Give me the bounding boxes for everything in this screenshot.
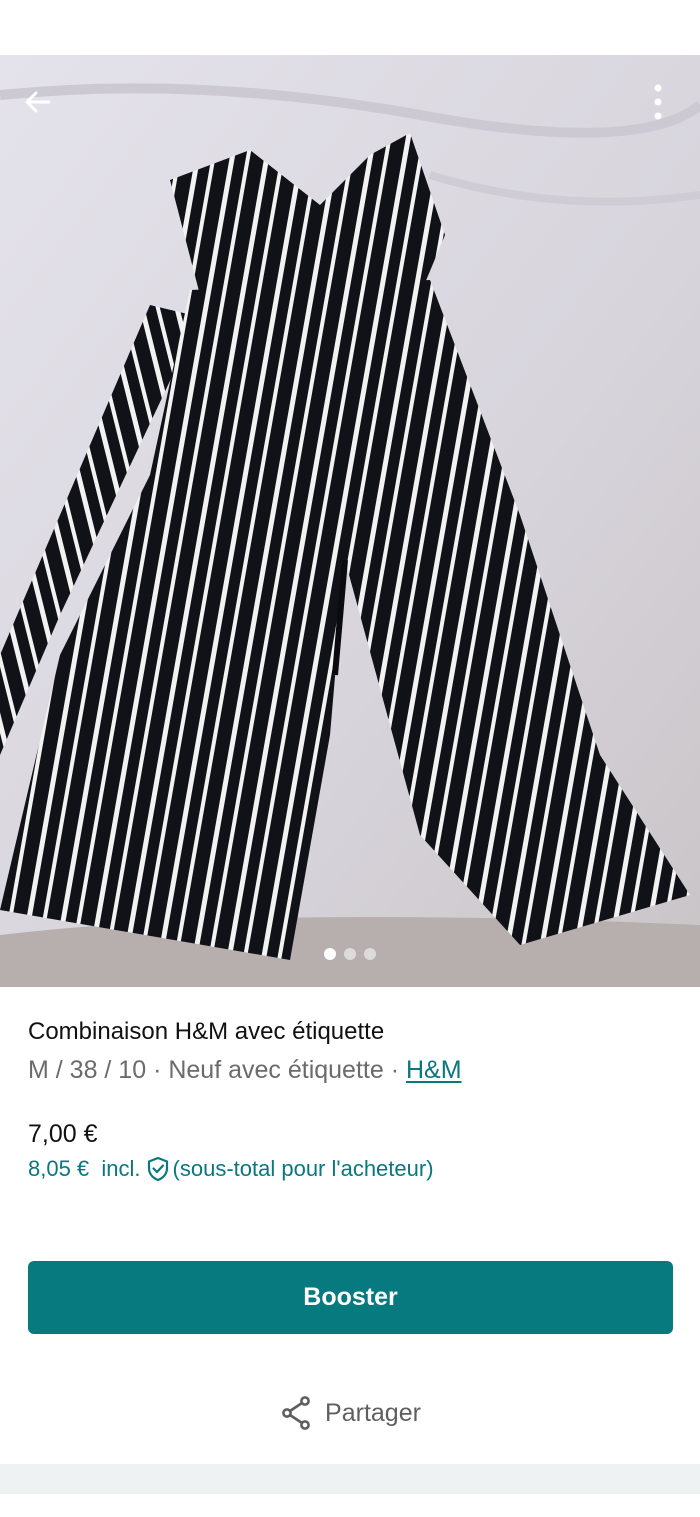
details-separator: ·	[383, 1056, 406, 1084]
status-bar	[0, 0, 700, 55]
brand-link[interactable]: H&M	[406, 1056, 462, 1084]
gallery-pagination	[0, 947, 700, 961]
buyer-incl-label: incl.	[101, 1156, 141, 1181]
section-divider	[0, 1464, 700, 1494]
back-button[interactable]	[16, 80, 60, 124]
pagination-dot[interactable]	[344, 948, 356, 960]
booster-label: Booster	[303, 1283, 398, 1311]
item-size: M / 38 / 10	[28, 1056, 147, 1084]
pagination-dot-active[interactable]	[324, 948, 336, 960]
item-title: Combinaison H&M avec étiquette	[28, 1018, 385, 1045]
share-icon	[282, 1396, 310, 1430]
item-details: M / 38 / 10 · Neuf avec étiquette · H&M	[28, 1056, 462, 1085]
buyer-note: (sous-total pour l'acheteur)	[172, 1156, 434, 1181]
pagination-dot[interactable]	[364, 948, 376, 960]
more-options-button[interactable]	[636, 80, 680, 124]
share-label: Partager	[325, 1398, 421, 1427]
item-condition: Neuf avec étiquette	[168, 1056, 384, 1084]
product-photo-image	[0, 55, 700, 987]
share-button[interactable]: Partager	[0, 1390, 700, 1436]
buyer-price-info[interactable]: 8,05 € incl. (sous-total pour l'acheteur…	[28, 1156, 434, 1182]
shield-check-icon	[146, 1156, 170, 1182]
booster-button[interactable]: Booster	[28, 1261, 673, 1334]
product-photo[interactable]	[0, 55, 700, 987]
details-separator: ·	[146, 1056, 169, 1084]
more-vertical-icon	[654, 84, 662, 120]
item-price: 7,00 €	[28, 1120, 98, 1148]
arrow-left-icon	[25, 91, 51, 113]
buyer-price: 8,05 €	[28, 1156, 90, 1181]
